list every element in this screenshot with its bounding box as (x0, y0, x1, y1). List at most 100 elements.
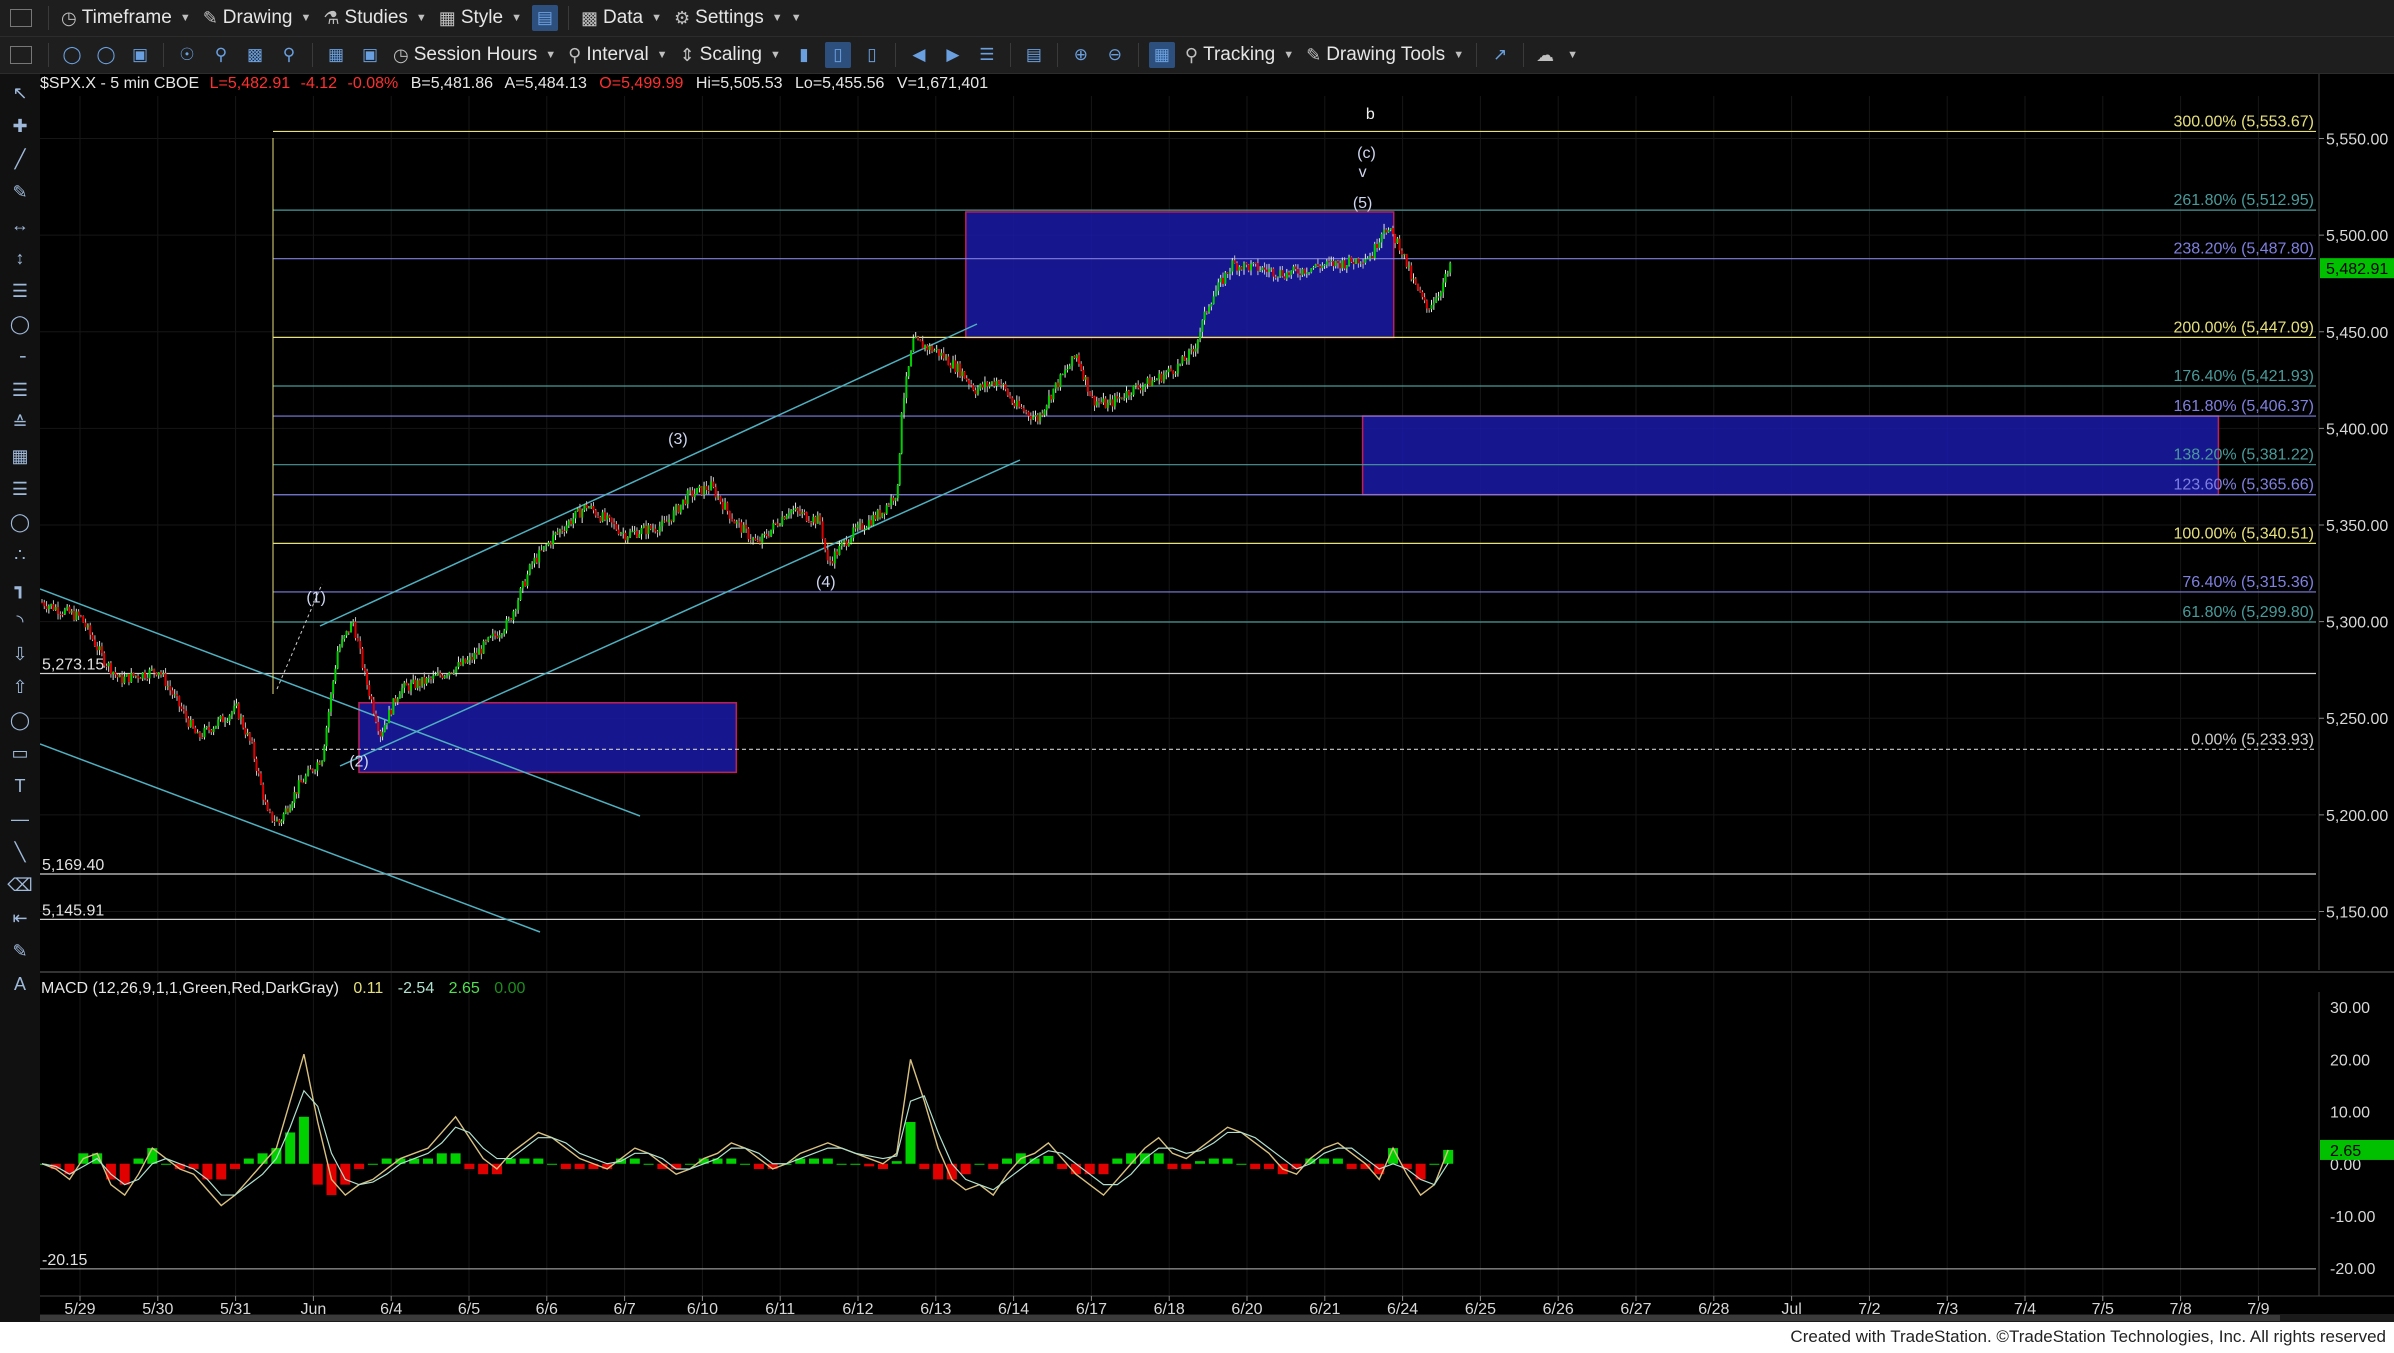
channel-icon[interactable]: ☰ (7, 278, 33, 304)
chart-layout-icon[interactable]: ▤ (531, 5, 558, 31)
interval-label: Interval (586, 44, 649, 65)
trendline-icon[interactable]: ╱ (7, 146, 33, 172)
candlestick-icon[interactable]: ▯ (824, 42, 851, 68)
window-icon[interactable] (10, 9, 32, 27)
candle-body (940, 352, 943, 356)
candle-body (1102, 398, 1105, 403)
candle-body (1276, 276, 1279, 278)
horizontal-line-icon[interactable]: ↔ (7, 212, 33, 238)
candle-body (253, 741, 256, 759)
arc-icon[interactable]: ◝ (7, 608, 33, 634)
candle-body (682, 499, 685, 505)
chevron-down-icon: ▼ (415, 12, 427, 24)
zoom-out-icon[interactable]: ⊖ (1102, 42, 1128, 68)
fib-retracement-icon[interactable]: ☰ (7, 377, 33, 403)
share-icon[interactable]: ↗ (1487, 42, 1513, 68)
vertical-line-icon[interactable]: ↕ (7, 245, 33, 271)
paint-icon[interactable]: ✎ (7, 938, 33, 964)
text-color-icon[interactable]: A (7, 971, 33, 997)
cloud-menu[interactable]: ☁ ▼ (1530, 39, 1584, 71)
candle-body (1296, 269, 1299, 274)
image-icon[interactable]: ▣ (357, 42, 383, 68)
drawing-menu[interactable]: ✎ Drawing ▼ (197, 2, 318, 34)
settings-menu[interactable]: ⚙ Settings ▼ ▼ (668, 2, 808, 34)
target-zone-box[interactable] (358, 702, 738, 774)
step-icon[interactable]: ┓ (7, 575, 33, 601)
text-tool-icon[interactable]: T (7, 773, 33, 799)
target-zone-box[interactable] (1361, 415, 2220, 496)
gann-icon[interactable]: ◯ (7, 311, 33, 337)
measure-icon[interactable]: ╲ (7, 839, 33, 865)
candle-body (1123, 398, 1126, 400)
symbol-link-icon[interactable]: ☉ (174, 42, 200, 68)
ruler-icon[interactable]: ╶ (7, 344, 33, 370)
pitchfork-icon[interactable]: ∴ (7, 542, 33, 568)
ellipse-icon[interactable]: ◯ (7, 707, 33, 733)
alert-icon[interactable]: ⚲ (276, 42, 302, 68)
speed-lines-icon[interactable]: ☰ (7, 476, 33, 502)
candle-body (1396, 238, 1399, 244)
candle-body (696, 488, 699, 494)
candle-body (747, 528, 750, 540)
rectangle-icon[interactable]: ▭ (7, 740, 33, 766)
candle-body (381, 731, 384, 737)
timeframe-menu[interactable]: ◷ Timeframe ▼ (55, 2, 197, 34)
candle-body (997, 380, 1000, 385)
pen-icon[interactable]: ✎ (7, 179, 33, 205)
scroll-right-icon[interactable]: ▶ (940, 42, 966, 68)
candle-body (141, 672, 144, 679)
bar-spacing-icon[interactable]: ☰ (974, 42, 1000, 68)
refresh-icon[interactable]: ◯ (93, 42, 119, 68)
window-icon[interactable] (10, 46, 32, 64)
layout-icon[interactable]: ▤ (1021, 42, 1047, 68)
fib-time-icon[interactable]: ▦ (7, 443, 33, 469)
macd-histogram-bar (464, 1163, 475, 1169)
session-hours-menu[interactable]: ◷ Session Hours ▼ (387, 39, 562, 71)
tracking-menu[interactable]: ⚲ Tracking ▼ (1179, 39, 1300, 71)
chart-area[interactable]: 5,273.15 5,169.40 5,145.91 300.00% (5,553.… (40, 74, 2394, 1322)
data-grid-icon[interactable]: ▦ (1148, 42, 1175, 68)
scaling-menu[interactable]: ⇕ Scaling ▼ (674, 39, 787, 71)
scrollbar-thumb[interactable] (40, 1315, 2280, 1321)
candle-body (443, 675, 446, 678)
interval-menu[interactable]: ⚲ Interval ▼ (562, 39, 673, 71)
pointer-icon[interactable]: ↖ (7, 80, 33, 106)
window-frame-icon[interactable]: ▣ (127, 42, 153, 68)
arrow-down-icon[interactable]: ⇩ (7, 641, 33, 667)
more-icon[interactable]: ▼ (791, 12, 802, 24)
candle-body (1113, 396, 1116, 407)
candle-body (1366, 258, 1369, 260)
data-menu[interactable]: ▩ Data ▼ (575, 2, 668, 34)
crosshair-icon[interactable]: ✚ (7, 113, 33, 139)
scroll-left-icon[interactable]: ◀ (906, 42, 932, 68)
candle-body (91, 634, 94, 640)
candle-body (724, 502, 727, 510)
zoom-in-icon[interactable]: ⊕ (1068, 42, 1094, 68)
grid-icon[interactable]: ▦ (323, 42, 349, 68)
bar-type-icon[interactable]: ▮ (791, 42, 817, 68)
target-zone-box[interactable] (965, 211, 1395, 339)
search-icon[interactable]: ⚲ (208, 42, 234, 68)
eraser-icon[interactable]: ⌫ (7, 872, 33, 898)
chevron-down-icon: ▼ (771, 12, 783, 24)
drawing-tools-menu[interactable]: ✎ Drawing Tools ▼ (1300, 39, 1470, 71)
cycle-icon[interactable]: ◯ (59, 42, 85, 68)
candle-body (675, 505, 678, 511)
high-price: Hi=5,505.53 (696, 75, 783, 92)
candle-body (765, 533, 768, 536)
style-menu[interactable]: ▦ Style ▼ (433, 2, 528, 34)
candle-body (540, 549, 543, 551)
candle-body (1181, 356, 1184, 364)
circle-tool-icon[interactable]: ◯ (7, 509, 33, 535)
hollow-candle-icon[interactable]: ▯ (859, 42, 885, 68)
macd-histogram-bar (850, 1163, 861, 1165)
snap-icon[interactable]: ⇤ (7, 905, 33, 931)
drawing-tools-label: Drawing Tools (1326, 44, 1446, 65)
save-icon[interactable]: ▩ (242, 42, 268, 68)
candle-body (173, 694, 176, 696)
candle-body (672, 510, 675, 522)
studies-menu[interactable]: ⚗ Studies ▼ (317, 2, 432, 34)
candle-body (947, 356, 950, 366)
arrow-up-icon[interactable]: ⇧ (7, 674, 33, 700)
fib-extension-icon[interactable]: ≙ (7, 410, 33, 436)
